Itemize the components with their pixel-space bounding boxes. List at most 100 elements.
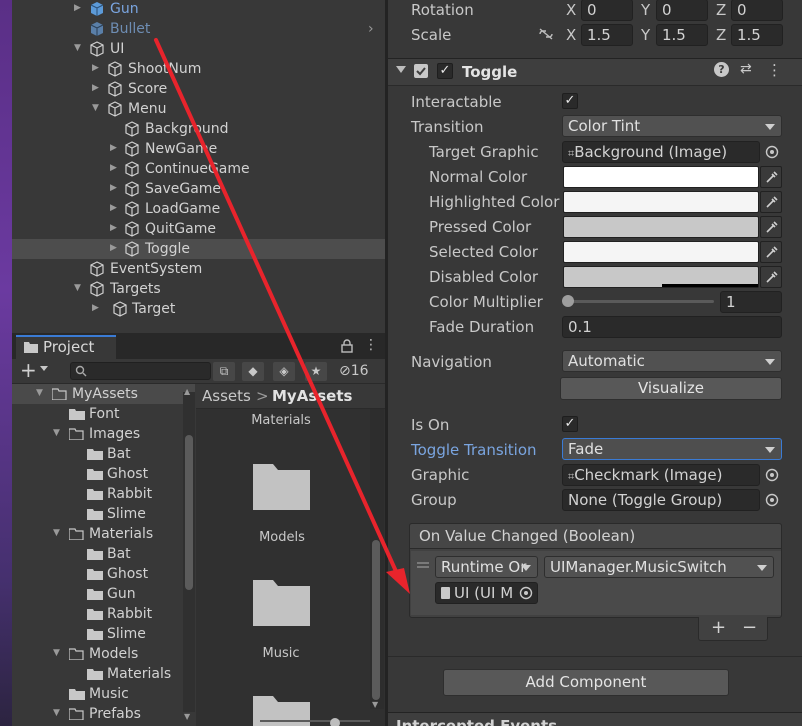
breadcrumb-assets[interactable]: Assets [202, 387, 251, 405]
more-options-icon[interactable]: ⋮ [364, 337, 378, 353]
folder-icon[interactable] [251, 462, 312, 512]
tree-item-materials-slime[interactable]: Slime [12, 624, 195, 644]
hierarchy-item-quitgame[interactable]: ▶ QuitGame [12, 219, 386, 239]
hierarchy-item-targets[interactable]: ▼ Targets [12, 279, 386, 299]
tree-item-slime[interactable]: Slime [12, 504, 195, 524]
pressed-color-eyedropper[interactable] [760, 216, 782, 238]
scale-y-axis-label[interactable]: Y [641, 26, 650, 44]
remove-listener-button[interactable]: − [742, 617, 757, 638]
tree-item-models[interactable]: ▼ Models [12, 644, 195, 664]
interactable-checkbox[interactable]: ✓ [562, 93, 578, 109]
rotation-x-field[interactable]: 0 [581, 0, 633, 21]
tree-item-materials-bat[interactable]: Bat [12, 544, 195, 564]
search-input[interactable] [70, 362, 211, 380]
grid-scrollbar-thumb[interactable] [372, 540, 380, 700]
scroll-up-icon[interactable]: ▲ [184, 387, 190, 396]
search-by-type-icon[interactable]: ⧉ [213, 362, 235, 381]
navigation-dropdown[interactable]: Automatic [562, 350, 782, 372]
add-component-button[interactable]: Add Component [443, 669, 729, 696]
object-picker-icon[interactable] [516, 583, 536, 603]
hierarchy-item-gun[interactable]: ▶ Gun [12, 0, 386, 19]
hierarchy-item-continuegame[interactable]: ▶ ContinueGame [12, 159, 386, 179]
expand-arrow-icon[interactable]: ▶ [110, 223, 120, 233]
component-enabled-checkbox[interactable]: ✓ [437, 63, 453, 79]
scale-z-field[interactable]: 1.5 [731, 24, 783, 46]
object-picker-icon[interactable] [762, 142, 782, 162]
rotation-y-field[interactable]: 0 [656, 0, 708, 21]
hierarchy-item-toggle[interactable]: ▶ Toggle [12, 239, 386, 259]
hierarchy-item-shootnum[interactable]: ▶ ShootNum [12, 59, 386, 79]
expand-arrow-icon[interactable]: ▶ [92, 303, 102, 313]
filter-by-type-icon[interactable]: ◆ [242, 362, 264, 381]
folder-icon[interactable] [251, 578, 312, 628]
asset-models-label[interactable]: Models [196, 530, 368, 545]
expand-arrow-icon[interactable]: ▶ [110, 243, 120, 253]
tree-item-materials-rabbit[interactable]: Rabbit [12, 604, 195, 624]
scroll-down-icon[interactable]: ▼ [372, 700, 378, 709]
lock-icon[interactable] [341, 339, 353, 353]
normal-color-swatch[interactable] [563, 166, 759, 188]
tree-item-bat[interactable]: Bat [12, 444, 195, 464]
hierarchy-item-bullet[interactable]: Bullet › [12, 19, 386, 39]
drag-handle-icon[interactable] [417, 562, 429, 568]
tree-item-music[interactable]: Music [12, 684, 195, 704]
tab-project[interactable]: Project [16, 335, 116, 359]
object-picker-icon[interactable] [762, 490, 782, 510]
pressed-color-swatch[interactable] [563, 216, 759, 238]
collapse-arrow-icon[interactable]: ▼ [36, 388, 43, 398]
asset-materials-label[interactable]: Materials [196, 413, 366, 428]
disabled-color-swatch[interactable] [563, 266, 759, 288]
graphic-field[interactable]: ⌗Checkmark (Image) [562, 464, 760, 486]
expand-arrow-icon[interactable]: ▶ [92, 63, 102, 73]
hierarchy-item-eventsystem[interactable]: EventSystem [12, 259, 386, 279]
component-foldout-arrow-icon[interactable] [396, 66, 406, 73]
is-on-checkbox[interactable]: ✓ [562, 416, 578, 432]
favorites-star-icon[interactable]: ★ [305, 362, 327, 381]
hidden-packages-toggle[interactable]: ⊘16 [339, 362, 383, 381]
tree-item-models-materials[interactable]: Materials [12, 664, 195, 684]
tree-item-prefabs[interactable]: ▼ Prefabs [12, 704, 195, 724]
hierarchy-item-background[interactable]: Background [12, 119, 386, 139]
tree-item-font[interactable]: Font [12, 404, 195, 424]
color-multiplier-slider-track[interactable] [566, 300, 714, 303]
tree-scrollbar-thumb[interactable] [185, 435, 193, 590]
selected-color-eyedropper[interactable] [760, 241, 782, 263]
icon-size-slider-track[interactable] [260, 720, 370, 722]
icon-size-slider-handle[interactable] [330, 718, 340, 726]
help-icon[interactable]: ? [714, 62, 729, 77]
presets-icon[interactable]: ⇄ [740, 61, 752, 77]
hierarchy-item-target[interactable]: ▶ Target [12, 299, 386, 319]
collapse-arrow-icon[interactable]: ▼ [53, 648, 60, 658]
rotation-z-field[interactable]: 0 [731, 0, 783, 21]
hierarchy-item-ui[interactable]: ▼ UI [12, 39, 386, 59]
constrain-proportions-link-icon[interactable] [538, 27, 554, 41]
hierarchy-item-savegame[interactable]: ▶ SaveGame [12, 179, 386, 199]
tree-item-myassets[interactable]: ▼ MyAssets [12, 384, 195, 404]
scale-x-field[interactable]: 1.5 [581, 24, 633, 46]
color-multiplier-slider-handle[interactable] [562, 295, 574, 307]
next-component-header[interactable]: Intercepted Events [388, 712, 802, 726]
chevron-right-icon[interactable]: › [368, 19, 374, 39]
hierarchy-item-newgame[interactable]: ▶ NewGame [12, 139, 386, 159]
selected-color-swatch[interactable] [563, 241, 759, 263]
tree-item-materials-gun[interactable]: Gun [12, 584, 195, 604]
asset-music-label[interactable]: Music [196, 646, 366, 661]
breadcrumb-myassets[interactable]: MyAssets [272, 387, 352, 405]
visualize-button[interactable]: Visualize [560, 377, 782, 400]
more-options-icon[interactable]: ⋮ [767, 61, 782, 79]
rotation-y-axis-label[interactable]: Y [641, 1, 650, 19]
expand-arrow-icon[interactable]: ▶ [110, 143, 120, 153]
transition-dropdown[interactable]: Color Tint [562, 115, 782, 137]
object-picker-icon[interactable] [762, 465, 782, 485]
disabled-color-eyedropper[interactable] [760, 266, 782, 288]
scale-y-field[interactable]: 1.5 [656, 24, 708, 46]
tree-item-rabbit[interactable]: Rabbit [12, 484, 195, 504]
target-graphic-field[interactable]: ⌗Background (Image) [562, 141, 760, 163]
collapse-arrow-icon[interactable]: ▼ [53, 708, 60, 718]
expand-arrow-icon[interactable]: ▶ [110, 203, 120, 213]
rotation-z-axis-label[interactable]: Z [716, 1, 726, 19]
collapse-arrow-icon[interactable]: ▼ [74, 283, 84, 293]
highlighted-color-swatch[interactable] [563, 191, 759, 213]
tree-item-ghost[interactable]: Ghost [12, 464, 195, 484]
function-dropdown[interactable]: UIManager.MusicSwitch [544, 556, 774, 578]
